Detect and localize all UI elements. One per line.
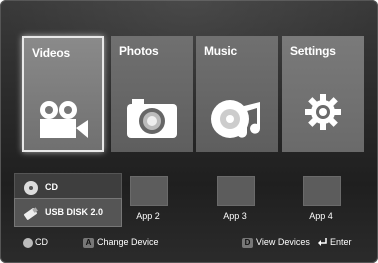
home-screen: Videos Photos Music Settings CD USB DISK… — [0, 0, 378, 263]
cd-icon — [24, 181, 38, 195]
d-key-icon: D — [242, 237, 253, 248]
tile-photos[interactable]: Photos — [111, 36, 193, 152]
app-2-tile[interactable] — [130, 176, 168, 206]
device-usb[interactable]: USB DISK 2.0 — [14, 198, 122, 227]
hint-cd: CD — [23, 237, 48, 248]
camera-icon — [127, 99, 177, 138]
tile-settings[interactable]: Settings — [282, 36, 364, 152]
hint-change-device: A Change Device — [83, 237, 159, 248]
hint-view-devices: D View Devices — [242, 237, 310, 248]
a-key-icon: A — [83, 237, 94, 248]
hint-enter-label: Enter — [330, 237, 352, 247]
usb-icon — [23, 207, 38, 220]
hint-enter: Enter — [318, 237, 352, 247]
device-cd-label: CD — [45, 182, 58, 192]
device-usb-label: USB DISK 2.0 — [45, 207, 104, 217]
tile-photos-label: Photos — [119, 44, 159, 58]
hint-view-devices-label: View Devices — [256, 237, 310, 247]
video-camera-icon — [40, 101, 88, 138]
music-disc-icon — [211, 100, 261, 138]
hint-cd-label: CD — [35, 237, 48, 247]
tile-music-label: Music — [204, 44, 238, 58]
app-2-label: App 2 — [136, 211, 160, 221]
cd-small-icon — [23, 237, 33, 248]
gear-icon — [305, 94, 341, 130]
app-4-label: App 4 — [309, 211, 333, 221]
tile-videos-label: Videos — [32, 46, 70, 60]
bottom-hint-bar: CD A Change Device D View Devices Enter — [0, 233, 378, 251]
hint-change-device-label: Change Device — [97, 237, 159, 247]
enter-icon — [318, 238, 327, 247]
tile-music[interactable]: Music — [196, 36, 278, 152]
tile-videos[interactable]: Videos — [22, 36, 104, 152]
tile-settings-label: Settings — [290, 44, 336, 58]
app-4-tile[interactable] — [303, 176, 341, 206]
app-3-label: App 3 — [223, 211, 247, 221]
app-3-tile[interactable] — [217, 176, 255, 206]
